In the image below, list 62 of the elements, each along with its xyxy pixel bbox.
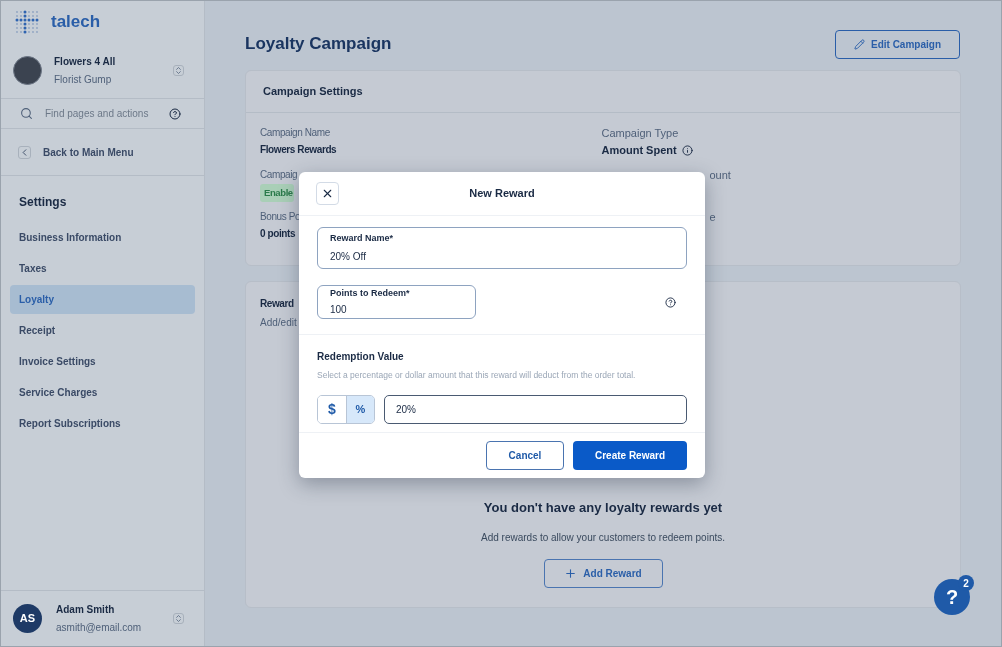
back-button[interactable]: Back to Main Menu bbox=[1, 129, 204, 176]
info-icon[interactable] bbox=[681, 144, 693, 156]
field-value: Flowers Rewards bbox=[260, 143, 337, 157]
redemption-value-field[interactable]: 20% bbox=[384, 394, 687, 424]
page-title: Loyalty Campaign bbox=[245, 33, 392, 56]
user-avatar: AS bbox=[13, 604, 42, 633]
field-value: 20% bbox=[396, 402, 416, 417]
close-button[interactable] bbox=[316, 182, 339, 205]
card-subtitle: Add/edit bbox=[260, 316, 297, 330]
user-email: asmith@email.com bbox=[56, 621, 143, 635]
field-label: Points to Redeem* bbox=[330, 287, 411, 301]
close-icon bbox=[321, 187, 334, 200]
section-heading: Settings bbox=[18, 194, 68, 211]
nav-item[interactable]: Invoice Settings bbox=[10, 347, 195, 376]
cancel-button[interactable]: Cancel bbox=[486, 441, 564, 470]
status-badge: Enable bbox=[260, 184, 294, 203]
search-placeholder: Find pages and actions bbox=[45, 107, 150, 121]
search-icon bbox=[20, 107, 33, 120]
user-menu-icon[interactable] bbox=[173, 613, 184, 624]
brand-name: talech bbox=[51, 11, 101, 34]
account-subtitle: Florist Gump bbox=[54, 73, 113, 87]
account-name: Flowers 4 All bbox=[54, 55, 117, 69]
field-value: 0 points bbox=[260, 227, 296, 241]
pencil-icon bbox=[854, 38, 865, 50]
store-avatar bbox=[13, 56, 42, 85]
help-icon[interactable] bbox=[169, 107, 181, 120]
add-reward-button[interactable]: Add Reward bbox=[543, 558, 663, 588]
chevron-left-icon bbox=[18, 145, 31, 159]
reward-name-field[interactable]: Reward Name* 20% Off bbox=[317, 227, 687, 269]
help-icon[interactable] bbox=[665, 296, 676, 308]
empty-text: Add rewards to allow your customers to redeem points. bbox=[481, 530, 725, 545]
switch-account-icon[interactable] bbox=[173, 65, 184, 76]
edit-campaign-button[interactable]: Edit Campaign bbox=[835, 29, 960, 59]
nav-item[interactable]: Report Subscriptions bbox=[10, 409, 195, 438]
field-label: e bbox=[709, 210, 716, 224]
field-value: 100 bbox=[330, 302, 348, 317]
field-label: ount bbox=[709, 168, 731, 182]
points-field[interactable]: Points to Redeem* 100 bbox=[317, 285, 476, 319]
field-label: Campaign Type bbox=[601, 126, 679, 140]
empty-title: You don't have any loyalty rewards yet bbox=[483, 499, 723, 517]
user-name: Adam Smith bbox=[56, 603, 116, 617]
nav-item[interactable]: Service Charges bbox=[10, 378, 195, 407]
nav-item[interactable]: Loyalty bbox=[10, 285, 195, 314]
plus-icon bbox=[564, 566, 578, 580]
nav-item[interactable]: Taxes bbox=[10, 254, 195, 283]
create-reward-button[interactable]: Create Reward bbox=[573, 441, 687, 470]
field-label: Reward Name* bbox=[330, 232, 395, 246]
nav-item[interactable]: Receipt bbox=[10, 316, 195, 345]
field-value: 20% Off bbox=[330, 249, 367, 264]
dotted-logo-icon bbox=[15, 10, 39, 34]
field-value: Amount Spent bbox=[601, 143, 677, 158]
notification-badge: 2 bbox=[958, 575, 974, 591]
section-hint: Select a percentage or dollar amount that this reward will deduct from the order total. bbox=[317, 369, 637, 382]
card-title: Campaign Settings bbox=[263, 84, 363, 100]
field-label: Campaign Name bbox=[260, 126, 330, 140]
search-field[interactable]: Find pages and actions bbox=[1, 99, 204, 129]
nav-item[interactable]: Business Information bbox=[10, 223, 195, 252]
dialog-title: New Reward bbox=[469, 186, 535, 202]
section-title: Redemption Value bbox=[317, 350, 405, 364]
card-title: Reward bbox=[260, 297, 294, 311]
unit-toggle[interactable]: % bbox=[346, 395, 374, 423]
field-label: Campaig bbox=[260, 168, 298, 182]
